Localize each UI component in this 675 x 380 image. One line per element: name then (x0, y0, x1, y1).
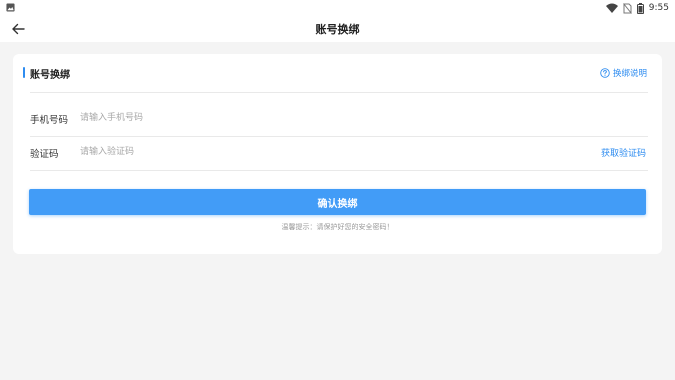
status-icons: 9:55 (605, 1, 669, 15)
get-code-button[interactable]: 获取验证码 (601, 146, 646, 159)
code-label: 验证码 (30, 149, 59, 160)
help-link-label: 换绑说明 (612, 69, 647, 79)
verification-code-row: 验证码 获取验证码 (30, 136, 648, 170)
security-tip: 温馨提示：请保护好您的安全密码！ (281, 223, 394, 231)
rebind-card: 账号换绑 换绑说明 手机号码 验证码 获取验证码 确认换绑 温馨提示：请保护好您… (13, 54, 662, 254)
confirm-rebind-button[interactable]: 确认换绑 (29, 189, 646, 215)
app-bar: 账号换绑 (0, 16, 675, 42)
section-header: 账号换绑 换绑说明 (13, 54, 662, 92)
help-link[interactable]: 换绑说明 (600, 67, 647, 79)
section-title: 账号换绑 (30, 70, 70, 81)
question-circle-icon (600, 68, 610, 78)
verification-code-input[interactable] (80, 142, 480, 162)
status-bar: 9:55 (0, 0, 675, 16)
page-title: 账号换绑 (315, 23, 360, 36)
battery-icon (636, 2, 644, 14)
divider (30, 92, 648, 93)
image-notification-icon (6, 3, 15, 12)
phone-row: 手机号码 (30, 102, 648, 136)
accent-bar (23, 67, 25, 78)
no-sim-icon (622, 2, 632, 14)
wifi-icon (605, 3, 618, 13)
status-time: 9:55 (648, 3, 669, 13)
divider (30, 170, 648, 171)
phone-input[interactable] (80, 108, 480, 128)
phone-label: 手机号码 (30, 115, 69, 126)
